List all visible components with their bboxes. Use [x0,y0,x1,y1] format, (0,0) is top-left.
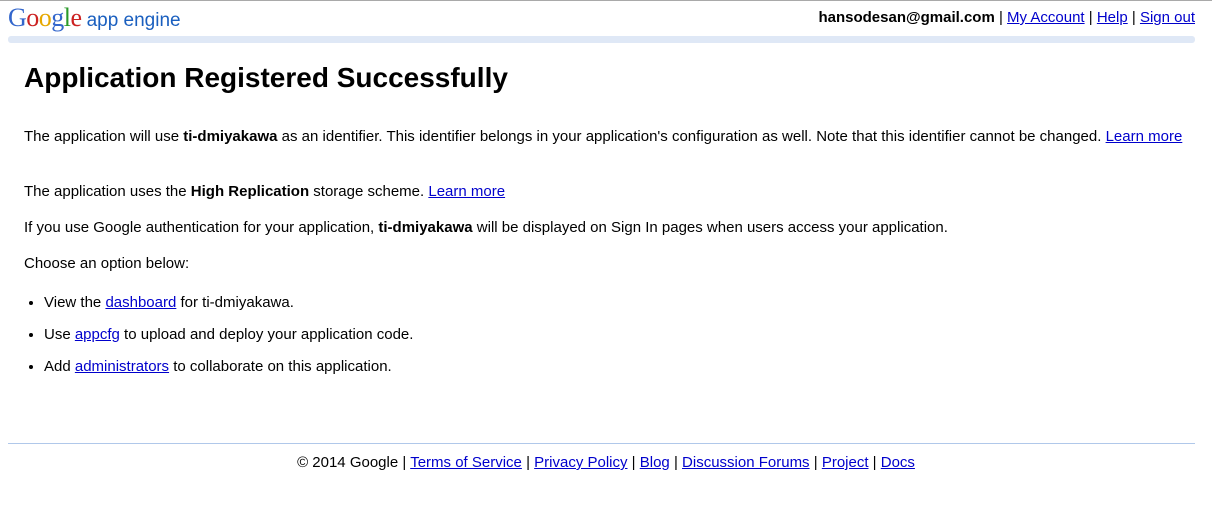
administrators-link[interactable]: administrators [75,358,169,375]
google-app-engine-logo[interactable]: Google app engine [8,3,181,33]
footer-rule [8,443,1195,444]
identifier-paragraph: The application will use ti-dmiyakawa as… [24,128,1183,145]
sign-out-link[interactable]: Sign out [1140,9,1195,26]
project-link[interactable]: Project [822,454,869,471]
list-item: Use appcfg to upload and deploy your app… [44,325,413,357]
product-name: app engine [86,10,181,31]
docs-link[interactable]: Docs [881,454,915,471]
header-bar [8,36,1195,43]
blog-link[interactable]: Blog [640,454,670,471]
storage-learn-more-link[interactable]: Learn more [428,183,505,200]
separator: | [1088,9,1093,26]
separator: | [631,454,636,471]
app-identifier: ti-dmiyakawa [378,219,473,236]
storage-paragraph: The application uses the High Replicatio… [24,183,506,200]
separator: | [402,454,407,471]
options-list: View the dashboard for ti-dmiyakawa. Use… [24,293,413,389]
separator: | [1131,9,1136,26]
my-account-link[interactable]: My Account [1007,9,1085,26]
privacy-policy-link[interactable]: Privacy Policy [534,454,627,471]
account-bar: hansodesan@gmail.com | My Account | Help… [818,9,1195,26]
copyright: © 2014 Google [297,454,399,471]
authentication-paragraph: If you use Google authentication for you… [24,219,948,236]
user-email: hansodesan@gmail.com [818,9,995,26]
app-identifier: ti-dmiyakawa [183,128,278,145]
dashboard-link[interactable]: dashboard [105,294,176,311]
separator: | [526,454,530,471]
separator: | [673,454,678,471]
list-item: Add administrators to collaborate on thi… [44,357,413,389]
identifier-learn-more-link[interactable]: Learn more [1106,128,1183,145]
options-intro: Choose an option below: [24,255,190,272]
page-title: Application Registered Successfully [24,62,508,93]
storage-scheme: High Replication [190,183,310,200]
footer: © 2014 Google | Terms of Service | Priva… [0,454,1212,471]
terms-of-service-link[interactable]: Terms of Service [410,454,522,471]
google-wordmark: Google [8,3,82,32]
appcfg-link[interactable]: appcfg [75,326,120,343]
top-border [0,0,1212,1]
separator: | [872,454,877,471]
discussion-forums-link[interactable]: Discussion Forums [682,454,810,471]
help-link[interactable]: Help [1097,9,1128,26]
list-item: View the dashboard for ti-dmiyakawa. [44,293,413,325]
separator: | [998,9,1003,26]
separator: | [813,454,818,471]
